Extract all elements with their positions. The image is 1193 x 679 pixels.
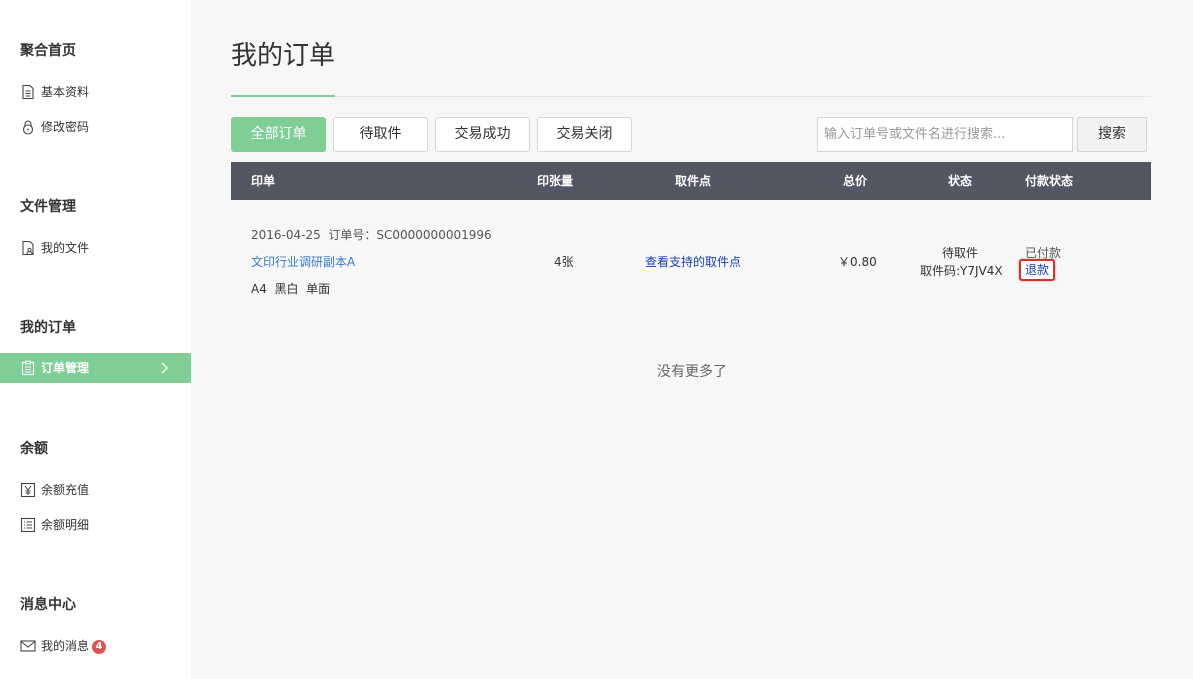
list-icon [20, 517, 36, 533]
title-divider [231, 96, 1151, 97]
sidebar-section-messages: 消息中心 [20, 597, 76, 613]
mail-icon [20, 640, 36, 652]
app: 聚合首页 基本资料 修改密码 文件管理 我的文件 我的订单 订单管理 余额 余额… [0, 0, 1193, 679]
unread-count-badge: 4 [92, 640, 107, 654]
sidebar-section-orders: 我的订单 [20, 320, 76, 336]
chevron-right-icon [161, 362, 168, 374]
column-header-pay-status: 付款状态 [1025, 174, 1074, 188]
search-button[interactable]: 搜索 [1077, 117, 1147, 152]
sidebar-item-my-files[interactable]: 我的文件 [0, 233, 191, 263]
tab-pending-pickup[interactable]: 待取件 [333, 117, 428, 152]
page-title: 我的订单 [231, 41, 336, 71]
sidebar-item-label: 订单管理 [41, 361, 90, 375]
lock-icon [22, 120, 34, 135]
column-header-status: 状态 [948, 174, 973, 188]
title-underline [231, 95, 335, 97]
sidebar-item-label: 我的文件 [41, 241, 90, 255]
search-input[interactable] [817, 117, 1073, 152]
yen-icon [20, 482, 36, 498]
sidebar-item-label: 余额明细 [41, 518, 90, 532]
sidebar-item-label: 修改密码 [41, 120, 90, 134]
tab-completed[interactable]: 交易成功 [435, 117, 530, 152]
sidebar-section-files: 文件管理 [20, 199, 76, 215]
total-price: ￥0.80 [838, 255, 877, 269]
column-header-quantity: 印张量 [537, 174, 574, 188]
column-header-order: 印单 [251, 174, 276, 188]
main-content: 我的订单 全部订单 待取件 交易成功 交易关闭 搜索 印单 印张量 取件点 总价… [191, 0, 1193, 679]
tab-all-orders[interactable]: 全部订单 [231, 117, 326, 152]
sidebar-item-change-password[interactable]: 修改密码 [0, 112, 191, 142]
order-date: 2016-04-25 [251, 228, 321, 242]
sidebar-item-label: 余额充值 [41, 483, 90, 497]
table-row: 2016-04-25 订单号：SC0000000001996 文印行业调研副本A… [231, 200, 1151, 318]
file-user-icon [22, 240, 34, 256]
sidebar-section-balance: 余额 [20, 441, 48, 457]
clipboard-icon [21, 360, 35, 376]
sidebar-item-label: 基本资料 [41, 85, 90, 99]
sidebar-item-label: 我的消息 [41, 639, 90, 653]
sidebar-item-order-management[interactable]: 订单管理 [0, 353, 191, 383]
print-quantity: 4张 [554, 255, 574, 269]
sidebar-item-basic-info[interactable]: 基本资料 [0, 77, 191, 107]
column-header-pickup: 取件点 [675, 174, 712, 188]
column-header-price: 总价 [843, 174, 868, 188]
sidebar: 聚合首页 基本资料 修改密码 文件管理 我的文件 我的订单 订单管理 余额 余额… [0, 0, 191, 679]
order-meta: 2016-04-25 订单号：SC0000000001996 [251, 226, 492, 243]
pickup-code: 取件码:Y7JV4X [920, 264, 1003, 278]
sidebar-item-my-messages[interactable]: 我的消息 4 [0, 631, 191, 661]
print-spec: A4 黑白 单面 [251, 282, 331, 296]
order-status: 待取件 [942, 246, 979, 260]
sidebar-item-recharge[interactable]: 余额充值 [0, 475, 191, 505]
pickup-points-link[interactable]: 查看支持的取件点 [645, 253, 741, 270]
sidebar-item-balance-detail[interactable]: 余额明细 [0, 510, 191, 540]
order-number: 订单号：SC0000000001996 [328, 228, 492, 242]
sidebar-section-home: 聚合首页 [20, 43, 76, 59]
document-name-link[interactable]: 文印行业调研副本A [251, 253, 355, 270]
document-icon [22, 84, 34, 100]
sidebar-item-label-wrap: 我的消息 4 [41, 631, 107, 661]
no-more-text: 没有更多了 [657, 364, 727, 380]
refund-button[interactable]: 退款 [1019, 259, 1055, 281]
tab-closed[interactable]: 交易关闭 [537, 117, 632, 152]
table-header: 印单 印张量 取件点 总价 状态 付款状态 [231, 162, 1151, 200]
